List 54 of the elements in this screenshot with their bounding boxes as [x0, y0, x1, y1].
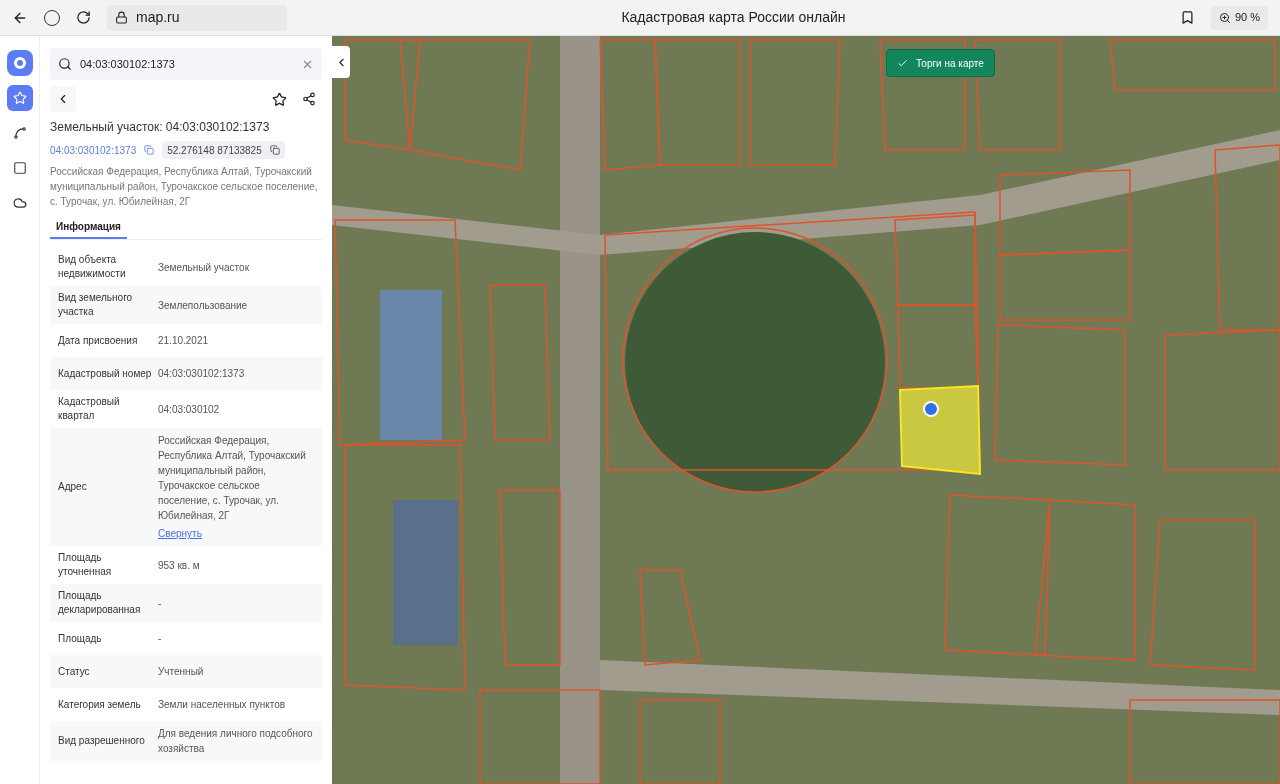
field-label: Площадь [58, 631, 103, 646]
parcel-address: Российская Федерация, Республика Алтай, Турочакский муниципальный район, Турочакское сельское поселение, с. Турочак, ул. Юбилейная, 2Г [50, 165, 319, 209]
lock-icon [115, 11, 128, 24]
field-label: Площадь декларированная [58, 589, 142, 617]
star-icon [271, 91, 287, 107]
cadastral-link[interactable]: 04:03:030102:1373 [50, 142, 137, 158]
field-value: - [158, 632, 163, 646]
field-label: Площадь уточненная [58, 551, 113, 579]
search-icon [58, 57, 72, 71]
address-bar[interactable]: map.ru [107, 4, 287, 31]
field-label: Вид объекта недвижимости [58, 253, 127, 281]
field-label: Категория земель [58, 697, 142, 712]
field-value: 04:03:030102 [158, 402, 221, 417]
field-value: Земли населенных пунктов [158, 698, 287, 712]
field-value: - [158, 596, 163, 611]
field-value: Для ведения личного подсобного хозяйства [158, 727, 314, 756]
auctions-toggle[interactable]: Торги на карте [886, 49, 995, 77]
coordinates-chip[interactable]: 52.276148 87133825 [162, 141, 285, 159]
parcel-title: Земельный участок: 04:03:030102:1373 [50, 119, 271, 136]
cloud-icon [12, 196, 27, 210]
info-tab[interactable]: Информация [50, 215, 127, 239]
field-label: Дата присвоения [58, 333, 139, 348]
share-icon [302, 92, 316, 106]
search-field[interactable]: 04:03:030102:1373 [50, 48, 322, 80]
app-logo-icon[interactable] [6, 50, 33, 76]
field-value: 04:03:030102:1373 [158, 367, 246, 381]
zoom-icon [1218, 11, 1231, 24]
zoom-button[interactable]: 90 % [1210, 5, 1268, 30]
bookmark-icon[interactable] [1179, 10, 1195, 25]
copy-icon [269, 145, 280, 155]
field-label: Кадастровый номер [58, 366, 153, 381]
page-title: Кадастровая карта России онлайн [621, 8, 846, 27]
field-label: Вид земельного участка [58, 291, 134, 319]
url-text: map.ru [136, 8, 180, 27]
square-icon [12, 161, 27, 175]
field-value: Российская Федерация, Республика Алтай, Турочакский муниципальный район, Турочакское сельское поселение, с. Турочак, ул. Юбилейная, 2Г [158, 434, 307, 523]
field-value: 21.10.2021 [158, 334, 210, 348]
reload-icon[interactable] [76, 10, 91, 25]
collapse-panel-button[interactable] [332, 46, 350, 78]
field-label: Вид разрешенного [58, 734, 146, 748]
field-label: Адрес [58, 480, 88, 494]
field-value: Учтенный [158, 665, 205, 679]
star-icon-button[interactable] [6, 85, 33, 111]
field-value: 953 кв. м [158, 558, 201, 573]
star-icon [12, 91, 27, 105]
field-label: Кадастровый квартал [58, 395, 121, 423]
collapse-link[interactable]: Свернуть [158, 526, 202, 541]
check-icon [897, 57, 908, 69]
search-input[interactable]: 04:03:030102:1373 [80, 55, 293, 73]
copy-icon[interactable] [144, 145, 155, 155]
field-value: Земельный участок [158, 260, 250, 275]
map-area[interactable]: Торги на карте [332, 36, 1280, 784]
field-label: Статус [58, 664, 91, 679]
field-value: Землепользование [158, 298, 249, 313]
